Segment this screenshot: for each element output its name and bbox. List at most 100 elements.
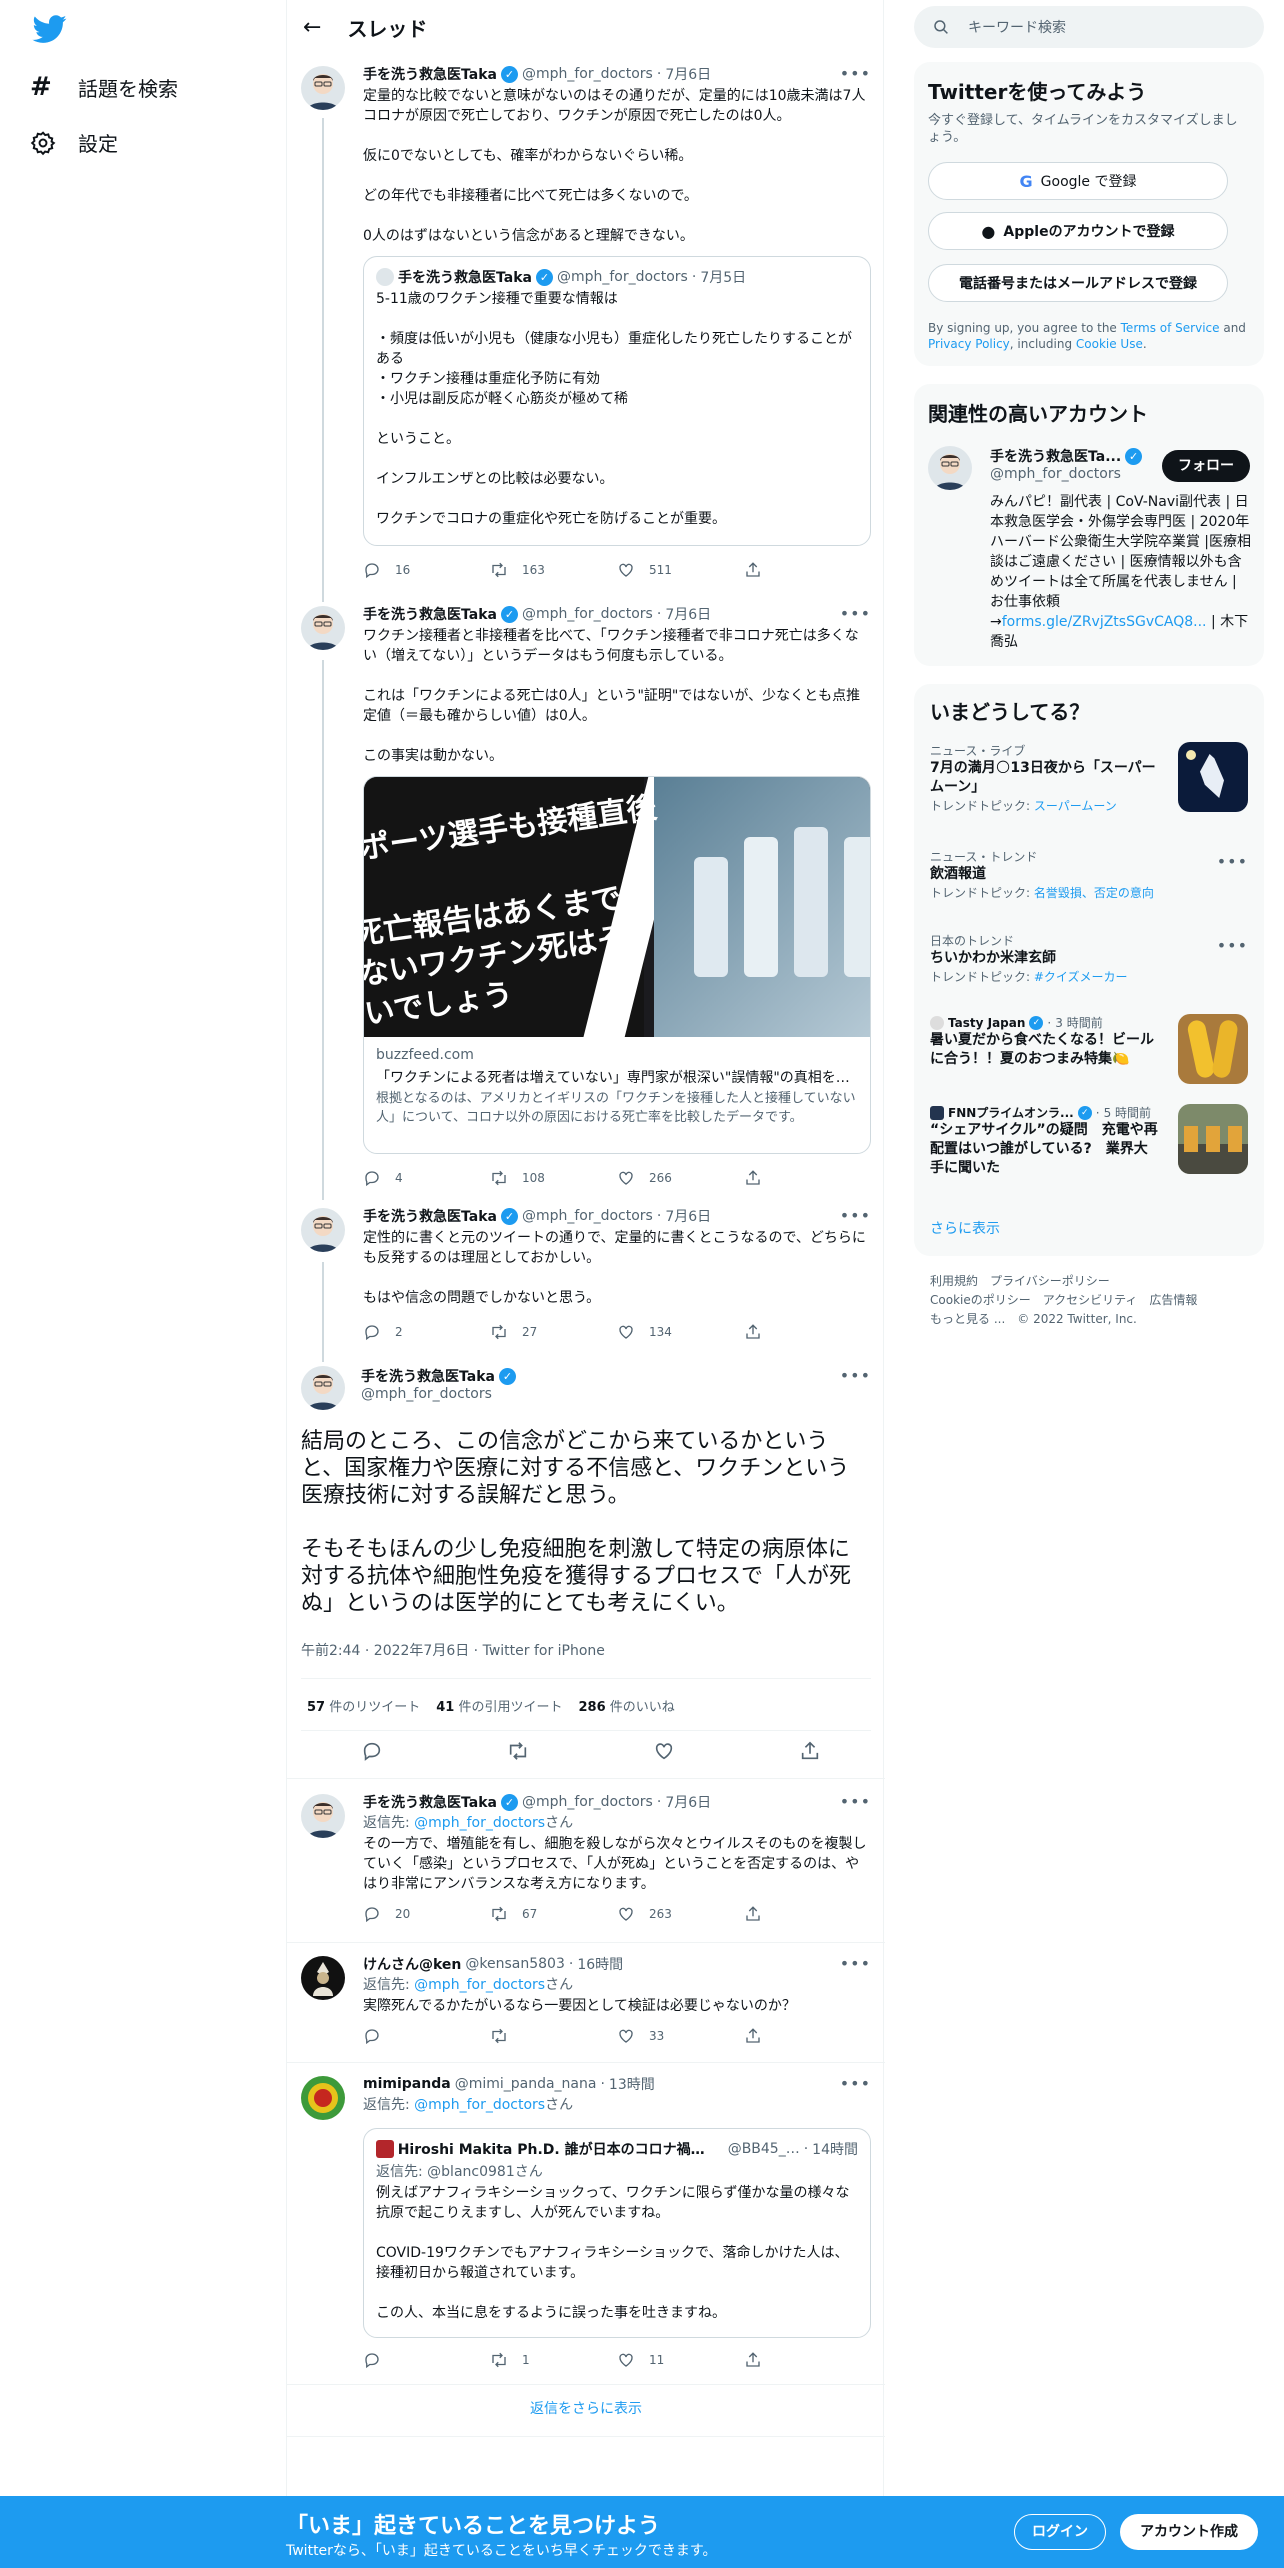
display-name[interactable]: 手を洗う救急医Taka	[363, 604, 497, 624]
trend-item[interactable]: ニュース・ライブ 7月の満月🌕13日夜から「スーパームーン」 トレンドトピック:…	[930, 742, 1248, 822]
retweet-button[interactable]: 27	[490, 1323, 617, 1341]
trend-item[interactable]: 日本のトレンド ちいかわか米津玄師 トレンドトピック: #クイズメーカー •••	[930, 932, 1248, 1002]
like-button[interactable]: 511	[617, 561, 744, 579]
retweet-button[interactable]: 67	[490, 1905, 617, 1923]
display-name[interactable]: mimipanda	[363, 2076, 451, 2092]
retweet-button[interactable]: 163	[490, 561, 617, 579]
like-button[interactable]: 263	[617, 1905, 744, 1923]
share-button[interactable]	[744, 2027, 871, 2045]
display-name[interactable]: 手を洗う救急医Taka	[363, 1792, 497, 1812]
share-button[interactable]	[744, 1323, 871, 1341]
twitter-logo-icon[interactable]	[30, 12, 70, 46]
follow-button[interactable]: フォロー	[1162, 450, 1250, 482]
avatar[interactable]	[301, 1956, 345, 2000]
quoted-tweet[interactable]: 手を洗う救急医Taka ✓ @mph_for_doctors · 7月5日 5-…	[363, 256, 871, 546]
login-button[interactable]: ログイン	[1014, 2514, 1106, 2550]
retweet-icon[interactable]	[507, 1740, 529, 1762]
reply-button[interactable]: 2	[363, 1323, 490, 1341]
avatar[interactable]	[301, 1208, 345, 1252]
more-options-icon[interactable]: •••	[840, 1206, 871, 1225]
avatar[interactable]	[301, 1794, 345, 1838]
avatar[interactable]	[301, 606, 345, 650]
back-arrow-icon[interactable]: ←	[303, 15, 321, 40]
trend-item[interactable]: ニュース・トレンド 飲酒報道 トレンドトピック: 名誉毀損、否定の意向 •••	[930, 848, 1248, 918]
display-name[interactable]: 手を洗う救急医Taka	[363, 64, 497, 84]
share-button[interactable]	[744, 1169, 871, 1187]
apple-signup-button[interactable]: ● Appleのアカウントで登録	[928, 212, 1228, 250]
handle[interactable]: @mph_for_doctors	[522, 1208, 653, 1224]
terms-link[interactable]: Terms of Service	[1121, 321, 1220, 335]
more-options-icon[interactable]: •••	[1217, 936, 1248, 955]
reply-button[interactable]	[363, 2351, 490, 2369]
news-item[interactable]: FNNプライムオンラ... ✓ · 5 時間前 “シェアサイクル”の疑問 充電や再配置…	[930, 1104, 1248, 1194]
like-button[interactable]: 266	[617, 1169, 744, 1187]
search-bar[interactable]: キーワード検索	[914, 6, 1264, 48]
tweet[interactable]: 手を洗う救急医Taka ✓ @mph_for_doctors · 7月6日 ••…	[287, 600, 885, 1200]
more-options-icon[interactable]: •••	[840, 64, 871, 83]
handle[interactable]: @mph_for_doctors	[990, 466, 1121, 482]
more-options-icon[interactable]: •••	[1217, 852, 1248, 871]
link-card[interactable]: ポーツ選手も接種直後 死亡報告はあくまで ないワクチン死はそ いでしょう buz…	[363, 776, 871, 1154]
reply-button[interactable]: 4	[363, 1169, 490, 1187]
share-icon[interactable]	[799, 1740, 821, 1762]
reply-to-link[interactable]: @mph_for_doctors	[414, 2097, 545, 2113]
share-button[interactable]	[744, 2351, 871, 2369]
tweet-date[interactable]: 7月6日	[665, 604, 711, 624]
tweet-date[interactable]: 7月6日	[665, 1206, 711, 1226]
reply-tweet[interactable]: mimipanda @mimi_panda_nana · 13時間 ••• 返信…	[287, 2064, 885, 2434]
quoted-tweet[interactable]: Hiroshi Makita Ph.D. 誰が日本のコロナ禍を… @BB45_……	[363, 2128, 871, 2338]
retweet-button[interactable]: 1	[490, 2351, 617, 2369]
handle[interactable]: @mph_for_doctors	[522, 606, 653, 622]
tweet-date[interactable]: 7月6日	[665, 1792, 711, 1812]
handle[interactable]: @mph_for_doctors	[361, 1386, 516, 1402]
more-options-icon[interactable]: •••	[840, 1792, 871, 1811]
like-button[interactable]: 33	[617, 2027, 744, 2045]
display-name[interactable]: 手を洗う救急医Taka	[361, 1366, 495, 1386]
phone-signup-button[interactable]: 電話番号またはメールアドレスで登録	[928, 264, 1228, 302]
reply-icon[interactable]	[361, 1740, 383, 1762]
reply-tweet[interactable]: けんさん@ken @kensan5803 · 16時間 ••• 返信先: @mp…	[287, 1944, 885, 2062]
avatar[interactable]	[301, 2076, 345, 2120]
tweet-date[interactable]: 16時間	[577, 1954, 623, 1974]
display-name[interactable]: 手を洗う救急医Taka	[363, 1206, 497, 1226]
retweet-stat[interactable]: 57 件のリツイート	[307, 1696, 420, 1715]
display-name[interactable]: 手を洗う救急医Ta...	[990, 446, 1121, 466]
privacy-link[interactable]: Privacy Policy	[928, 337, 1010, 351]
reply-tweet[interactable]: 手を洗う救急医Taka ✓ @mph_for_doctors · 7月6日 ••…	[287, 1782, 885, 1942]
bio-link[interactable]: forms.gle/ZRvjZtsSGvCAQ8...	[1002, 614, 1207, 630]
heart-icon[interactable]	[653, 1740, 675, 1762]
like-stat[interactable]: 286 件のいいね	[579, 1696, 675, 1715]
cookie-link[interactable]: Cookie Use	[1076, 337, 1143, 351]
avatar[interactable]	[928, 446, 972, 490]
like-button[interactable]: 11	[617, 2351, 744, 2369]
retweet-button[interactable]: 108	[490, 1169, 617, 1187]
reply-button[interactable]	[363, 2027, 490, 2045]
more-options-icon[interactable]: •••	[840, 1366, 871, 1385]
like-button[interactable]: 134	[617, 1323, 744, 1341]
share-button[interactable]	[744, 1905, 871, 1923]
search-input[interactable]: キーワード検索	[968, 17, 1066, 37]
signup-button[interactable]: アカウント作成	[1120, 2514, 1258, 2550]
google-signup-button[interactable]: G Google で登録	[928, 162, 1228, 200]
more-options-icon[interactable]: •••	[840, 1954, 871, 1973]
show-more-trends[interactable]: さらに表示	[930, 1218, 1000, 1238]
show-more-replies[interactable]: 返信をさらに表示	[287, 2398, 885, 2418]
more-options-icon[interactable]: •••	[840, 604, 871, 623]
avatar[interactable]	[301, 66, 345, 110]
reply-to-link[interactable]: @mph_for_doctors	[414, 1977, 545, 1993]
tweet-date[interactable]: 7月6日	[665, 64, 711, 84]
reply-button[interactable]: 16	[363, 561, 490, 579]
reply-to-link[interactable]: @mph_for_doctors	[414, 1815, 545, 1831]
reply-button[interactable]: 20	[363, 1905, 490, 1923]
handle[interactable]: @kensan5803	[465, 1956, 564, 1972]
news-item[interactable]: Tasty Japan ✓ · 3 時間前 暑い夏だから食べたくなる！ビールに合う！！…	[930, 1014, 1248, 1090]
nav-settings[interactable]: 設定	[30, 128, 118, 157]
handle[interactable]: @mimi_panda_nana	[455, 2076, 597, 2092]
tweet[interactable]: 手を洗う救急医Taka ✓ @mph_for_doctors · 7月6日 ••…	[287, 60, 885, 600]
tweet[interactable]: 手を洗う救急医Taka ✓ @mph_for_doctors · 7月6日 ••…	[287, 1204, 885, 1354]
tweet-date[interactable]: 13時間	[609, 2074, 655, 2094]
retweet-button[interactable]	[490, 2027, 617, 2045]
handle[interactable]: @mph_for_doctors	[522, 1794, 653, 1810]
handle[interactable]: @mph_for_doctors	[522, 66, 653, 82]
quote-stat[interactable]: 41 件の引用ツイート	[436, 1696, 562, 1715]
